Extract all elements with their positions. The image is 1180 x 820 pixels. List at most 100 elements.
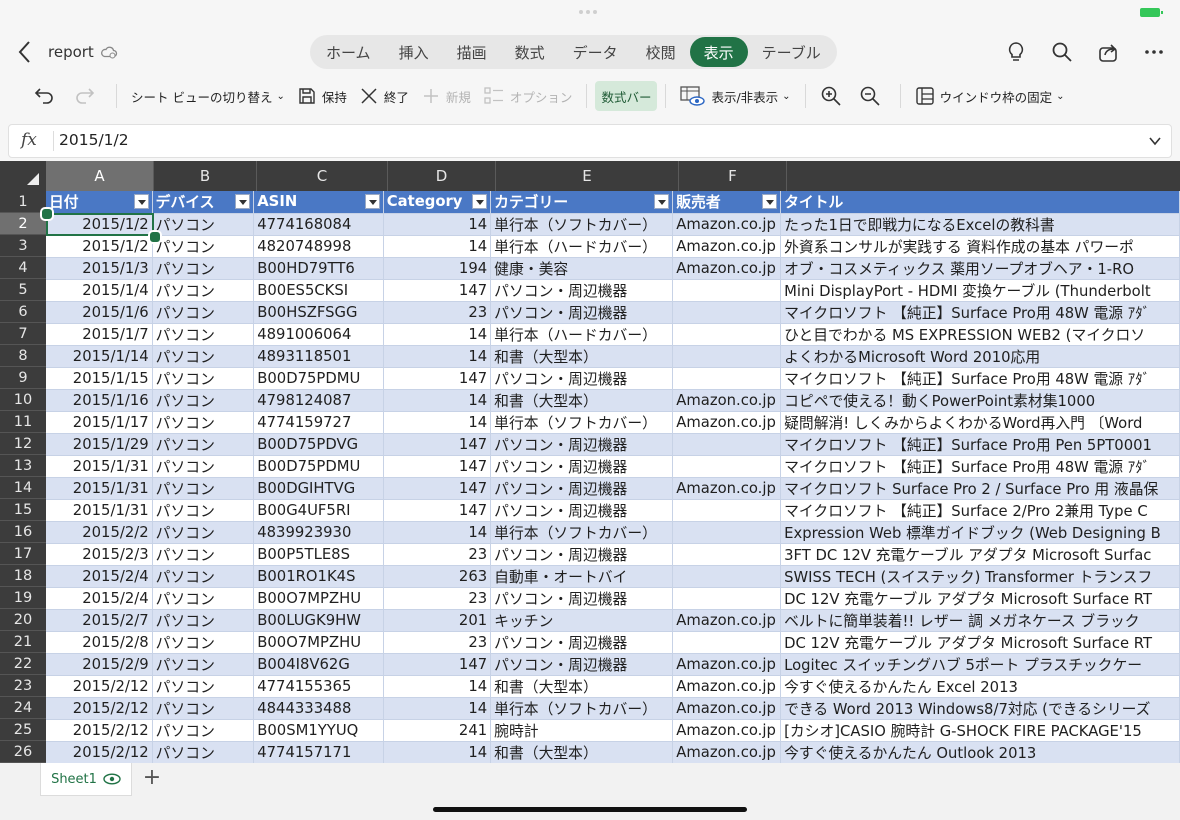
table-cell[interactable]: 14 [383, 741, 492, 763]
table-cell[interactable]: 2015/2/3 [46, 543, 153, 566]
table-cell[interactable]: 今すぐ使えるかんたん Excel 2013 [780, 675, 1180, 698]
table-cell[interactable]: 14 [383, 521, 492, 544]
table-cell[interactable]: 2015/2/12 [46, 697, 153, 720]
table-cell[interactable]: 147 [383, 433, 492, 456]
table-cell[interactable]: 14 [383, 345, 492, 368]
row-header[interactable]: 10 [0, 389, 46, 411]
table-cell[interactable]: マイクロソフト 【純正】Surface Pro用 48W 電源 ｱﾀﾞ [780, 455, 1180, 478]
table-header-cell[interactable]: ASIN [253, 191, 384, 214]
table-cell[interactable]: パソコン [152, 455, 255, 478]
row-header[interactable]: 12 [0, 433, 46, 455]
table-header-cell[interactable]: 日付 [46, 191, 153, 214]
keep-button[interactable]: 保持 [291, 81, 353, 111]
table-cell[interactable]: 14 [383, 675, 492, 698]
ribbon-tab[interactable]: テーブル [748, 37, 835, 67]
table-cell[interactable]: B00SM1YYUQ [253, 719, 384, 742]
table-cell[interactable]: 2015/2/7 [46, 609, 153, 632]
table-cell[interactable]: Amazon.co.jp [672, 609, 782, 632]
undo-button[interactable] [26, 81, 67, 111]
table-cell[interactable]: パソコン [152, 389, 255, 412]
table-cell[interactable]: 自動車・オートバイ [490, 565, 674, 588]
table-cell[interactable]: パソコン・周辺機器 [490, 499, 674, 522]
table-cell[interactable]: コピペで使える！動くPowerPoint素材集1000 [780, 389, 1180, 412]
back-button[interactable] [14, 38, 36, 66]
row-header[interactable]: 15 [0, 499, 46, 521]
table-cell[interactable]: 23 [383, 587, 492, 610]
table-cell[interactable] [672, 631, 782, 654]
table-cell[interactable]: 14 [383, 389, 492, 412]
table-cell[interactable]: DC 12V 充電ケーブル アダプタ Microsoft Surface RT [780, 587, 1180, 610]
table-cell[interactable]: パソコン・周辺機器 [490, 631, 674, 654]
table-cell[interactable]: パソコン [152, 257, 255, 280]
table-cell[interactable]: 4774168084 [253, 213, 384, 236]
table-cell[interactable]: Logitec スイッチングハブ 5ポート プラスチックケー [780, 653, 1180, 676]
row-header[interactable]: 22 [0, 653, 46, 675]
select-all-corner[interactable] [0, 161, 46, 191]
ribbon-tab[interactable]: 表示 [689, 37, 748, 67]
table-cell[interactable]: パソコン [152, 411, 255, 434]
column-header[interactable] [787, 161, 1180, 191]
table-cell[interactable]: B00LUGK9HW [253, 609, 384, 632]
table-cell[interactable]: 241 [383, 719, 492, 742]
table-cell[interactable]: B00O7MPZHU [253, 587, 384, 610]
filter-dropdown-icon[interactable] [133, 194, 149, 209]
table-cell[interactable]: B00O7MPZHU [253, 631, 384, 654]
table-cell[interactable]: 2015/1/3 [46, 257, 153, 280]
table-cell[interactable]: たった1日で即戦力になるExcelの教科書 [780, 213, 1180, 236]
filter-dropdown-icon[interactable] [472, 194, 488, 209]
table-cell[interactable]: パソコン [152, 367, 255, 390]
table-cell[interactable]: パソコン [152, 741, 255, 763]
table-cell[interactable]: 4774155365 [253, 675, 384, 698]
table-cell[interactable]: 4774159727 [253, 411, 384, 434]
table-cell[interactable]: 和書（大型本） [490, 741, 674, 763]
ribbon-tab[interactable]: 数式 [501, 37, 559, 67]
row-header[interactable]: 9 [0, 367, 46, 389]
row-header[interactable]: 20 [0, 609, 46, 631]
table-cell[interactable]: 2015/1/31 [46, 499, 153, 522]
table-cell[interactable]: パソコン・周辺機器 [490, 653, 674, 676]
table-cell[interactable]: パソコン [152, 697, 255, 720]
table-cell[interactable] [672, 565, 782, 588]
table-cell[interactable]: Amazon.co.jp [672, 213, 782, 236]
table-cell[interactable]: 4839923930 [253, 521, 384, 544]
table-cell[interactable]: 2015/1/2 [46, 213, 153, 236]
column-header[interactable]: A [46, 161, 154, 191]
table-cell[interactable]: 2015/1/14 [46, 345, 153, 368]
table-cell[interactable]: 2015/1/31 [46, 477, 153, 500]
table-cell[interactable]: マイクロソフト 【純正】Surface 2/Pro 2兼用 Type C [780, 499, 1180, 522]
table-cell[interactable]: 147 [383, 455, 492, 478]
table-cell[interactable]: B00HD79TT6 [253, 257, 384, 280]
row-header[interactable]: 25 [0, 719, 46, 741]
table-cell[interactable]: SWISS TECH (スイステック) Transformer トランスフ [780, 565, 1180, 588]
table-cell[interactable]: 2015/2/9 [46, 653, 153, 676]
table-cell[interactable]: 2015/1/17 [46, 411, 153, 434]
new-button[interactable]: 新規 [415, 81, 477, 111]
column-header[interactable]: F [679, 161, 787, 191]
table-cell[interactable]: B00D75PDMU [253, 367, 384, 390]
table-cell[interactable]: 2015/1/7 [46, 323, 153, 346]
column-header[interactable]: C [257, 161, 388, 191]
table-cell[interactable]: パソコン [152, 301, 255, 324]
table-cell[interactable]: 外資系コンサルが実践する 資料作成の基本 パワーポ [780, 235, 1180, 258]
table-cell[interactable] [672, 279, 782, 302]
chevron-down-icon[interactable] [1147, 133, 1163, 149]
table-cell[interactable] [672, 301, 782, 324]
table-cell[interactable]: パソコン [152, 653, 255, 676]
row-header[interactable]: 26 [0, 741, 46, 763]
table-cell[interactable]: [カシオ]CASIO 腕時計 G-SHOCK FIRE PACKAGE'15 [780, 719, 1180, 742]
table-cell[interactable]: B00DGIHTVG [253, 477, 384, 500]
table-cell[interactable]: パソコン・周辺機器 [490, 279, 674, 302]
table-cell[interactable]: B00D75PDMU [253, 455, 384, 478]
fx-icon[interactable]: fx [21, 130, 37, 150]
formula-bar-toggle[interactable]: 数式バー [595, 81, 658, 111]
table-cell[interactable]: 単行本（ソフトカバー） [490, 213, 674, 236]
table-cell[interactable]: 今すぐ使えるかんたん Outlook 2013 [780, 741, 1180, 763]
table-cell[interactable]: 単行本（ソフトカバー） [490, 411, 674, 434]
table-cell[interactable]: パソコン・周辺機器 [490, 543, 674, 566]
table-cell[interactable]: Mini DisplayPort - HDMI 変換ケーブル (Thunderb… [780, 279, 1180, 302]
table-cell[interactable]: 単行本（ハードカバー） [490, 323, 674, 346]
table-cell[interactable]: B00D75PDVG [253, 433, 384, 456]
table-cell[interactable]: 疑問解消! しくみからよくわかるWord再入門 〔Word [780, 411, 1180, 434]
table-cell[interactable]: 4893118501 [253, 345, 384, 368]
spreadsheet-grid[interactable]: ABCDEF 1 2 3 4 5 6 7 8 9 10 11 12 13 14 15 16 17 18 19 20 21… [0, 161, 1180, 763]
